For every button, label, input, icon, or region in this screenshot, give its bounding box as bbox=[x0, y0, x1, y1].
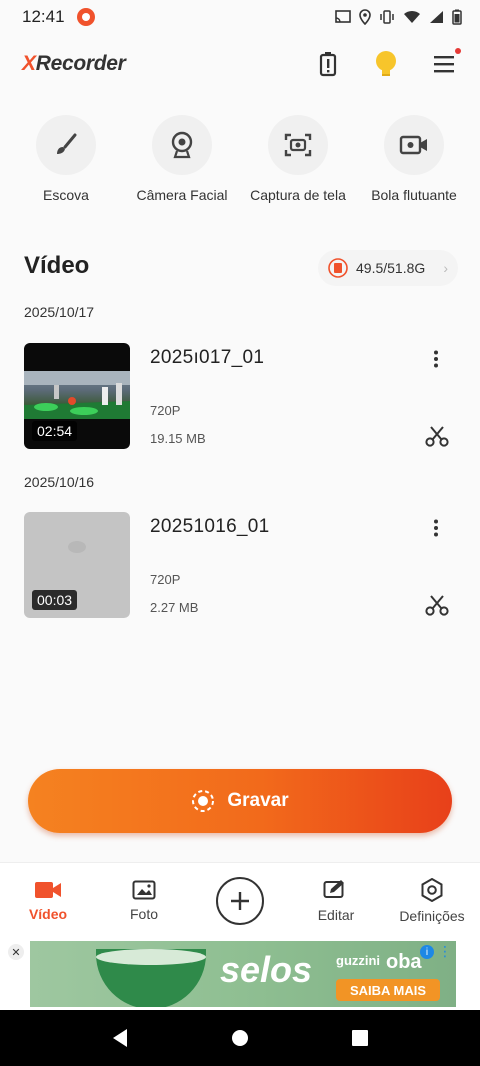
ad-brand: selos bbox=[220, 949, 313, 990]
status-bar: 12:41 bbox=[0, 0, 480, 34]
trim-button[interactable] bbox=[424, 423, 450, 449]
ad-more-icon[interactable]: ⋮ bbox=[438, 943, 452, 960]
menu-button[interactable] bbox=[430, 48, 461, 78]
nav-label: Editar bbox=[317, 906, 355, 923]
wifi-icon bbox=[404, 10, 420, 23]
nav-label: Definições bbox=[399, 907, 465, 924]
battery-alert-icon bbox=[319, 52, 337, 77]
video-item[interactable]: 00:03 20251016_01 720P 2.27 MB bbox=[24, 512, 456, 618]
date-label: 2025/10/16 bbox=[24, 474, 95, 490]
floating-camera-icon bbox=[399, 135, 427, 155]
tool-label: Bola flutuante bbox=[371, 187, 457, 203]
app-header: XRecorder bbox=[0, 40, 480, 88]
status-icons bbox=[335, 9, 462, 25]
tools-row: Escova Câmera Facial Captura de tela Bol… bbox=[0, 115, 480, 210]
video-size: 19.15 MB bbox=[150, 431, 206, 446]
lightbulb-icon bbox=[376, 51, 396, 76]
tool-screenshot[interactable]: Captura de tela bbox=[243, 115, 353, 210]
video-size: 2.27 MB bbox=[150, 600, 199, 615]
ad-cta-button[interactable]: SAIBA MAIS bbox=[336, 979, 440, 1001]
webcam-icon bbox=[171, 131, 193, 159]
tool-floating-ball[interactable]: Bola flutuante bbox=[359, 115, 469, 210]
tool-brush[interactable]: Escova bbox=[11, 115, 121, 210]
record-button[interactable]: Gravar bbox=[28, 769, 452, 833]
tips-button[interactable] bbox=[372, 50, 400, 78]
battery-alert-button[interactable] bbox=[314, 50, 342, 78]
menu-badge bbox=[455, 48, 461, 54]
video-thumbnail[interactable]: 02:54 bbox=[24, 343, 130, 449]
tool-label: Câmera Facial bbox=[136, 187, 228, 203]
storage-pill[interactable]: 49.5/51.8G › bbox=[318, 250, 458, 286]
ad-banner[interactable]: selos guzzini oba SAIBA MAIS i ⋮ bbox=[30, 941, 456, 1007]
video-title: 2025ı017_01 bbox=[150, 347, 265, 368]
nav-photo[interactable]: Foto bbox=[104, 880, 184, 922]
tool-face-camera[interactable]: Câmera Facial bbox=[127, 115, 237, 210]
location-icon bbox=[359, 9, 371, 25]
nav-settings[interactable]: Definições bbox=[392, 877, 472, 924]
video-resolution: 720P bbox=[150, 572, 181, 587]
screenshot-icon bbox=[284, 133, 312, 157]
storage-icon bbox=[328, 258, 348, 278]
bottom-nav: Vídeo Foto Editar Definições bbox=[0, 862, 480, 938]
recents-icon[interactable] bbox=[351, 1029, 369, 1047]
thumbnail-scene bbox=[24, 371, 130, 419]
vibrate-icon bbox=[380, 10, 394, 24]
cast-icon bbox=[335, 10, 351, 23]
video-title: 20251016_01 bbox=[150, 516, 270, 537]
nav-label: Vídeo bbox=[28, 905, 68, 922]
more-vert-icon bbox=[434, 350, 438, 368]
record-label: Gravar bbox=[227, 790, 289, 811]
more-options-button[interactable] bbox=[424, 516, 448, 540]
video-duration: 02:54 bbox=[32, 421, 78, 441]
section-title: Vídeo bbox=[24, 252, 90, 279]
system-nav-bar bbox=[0, 1010, 480, 1066]
chevron-right-icon: › bbox=[443, 260, 448, 276]
ad-info-icon[interactable]: i bbox=[420, 945, 434, 959]
edit-icon bbox=[323, 879, 344, 898]
ad-close-button[interactable]: ✕ bbox=[8, 944, 24, 960]
brush-icon bbox=[57, 133, 77, 154]
home-icon[interactable] bbox=[231, 1029, 249, 1047]
scissors-icon bbox=[425, 595, 449, 616]
video-duration: 00:03 bbox=[32, 590, 78, 610]
scissors-icon bbox=[425, 426, 449, 447]
back-icon[interactable] bbox=[111, 1028, 129, 1048]
tool-label: Captura de tela bbox=[250, 187, 346, 203]
video-resolution: 720P bbox=[150, 403, 181, 418]
notification-app-icon bbox=[76, 8, 95, 26]
add-circle-icon bbox=[231, 891, 249, 910]
nav-edit[interactable]: Editar bbox=[296, 879, 376, 923]
date-label: 2025/10/17 bbox=[24, 304, 95, 320]
menu-icon bbox=[434, 56, 454, 73]
video-camera-icon bbox=[35, 881, 61, 898]
storage-text: 49.5/51.8G bbox=[356, 260, 426, 276]
more-vert-icon bbox=[434, 519, 438, 537]
status-time: 12:41 bbox=[22, 7, 65, 26]
nav-add[interactable] bbox=[200, 876, 280, 925]
thumbnail-placeholder bbox=[68, 541, 86, 553]
nav-video[interactable]: Vídeo bbox=[8, 880, 88, 922]
ad-bar: ✕ selos guzzini oba SAIBA MAIS i ⋮ bbox=[0, 938, 480, 1010]
battery-icon bbox=[452, 9, 462, 25]
settings-icon bbox=[421, 877, 443, 902]
tool-label: Escova bbox=[43, 187, 89, 203]
ad-sponsor-left: guzzini bbox=[336, 953, 381, 968]
add-button[interactable] bbox=[216, 876, 264, 925]
video-item[interactable]: 02:54 2025ı017_01 720P 19.15 MB bbox=[24, 343, 456, 449]
photo-icon bbox=[132, 880, 156, 899]
ad-bowl-image bbox=[96, 949, 206, 1007]
signal-icon bbox=[430, 11, 443, 23]
trim-button[interactable] bbox=[424, 592, 450, 618]
ad-sponsor-right: oba bbox=[386, 951, 422, 973]
nav-label: Foto bbox=[129, 905, 158, 922]
record-icon bbox=[192, 790, 215, 812]
more-options-button[interactable] bbox=[424, 347, 448, 371]
video-thumbnail[interactable]: 00:03 bbox=[24, 512, 130, 618]
app-logo: XRecorder bbox=[22, 52, 126, 75]
